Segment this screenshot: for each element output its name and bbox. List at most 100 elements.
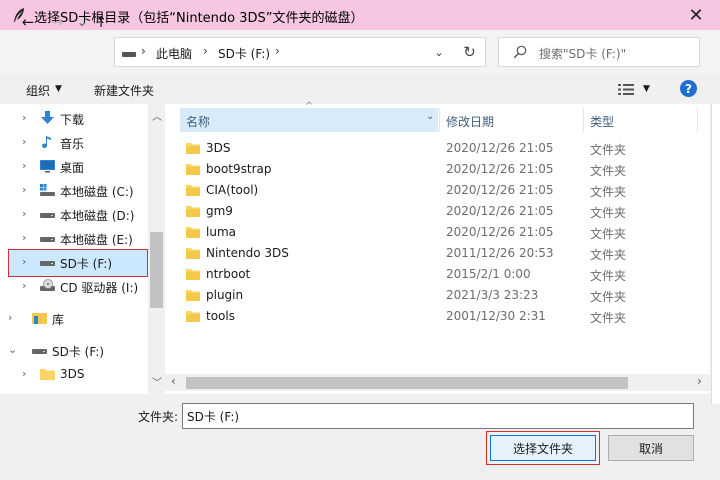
scroll-right-icon[interactable]: › (697, 374, 702, 388)
folder-field[interactable]: SD卡 (F:) (182, 403, 694, 429)
music-icon (42, 136, 51, 148)
up-button[interactable]: ↑ (91, 12, 111, 32)
navigation-scroll-thumb[interactable] (150, 232, 163, 308)
breadcrumb-sd-card[interactable]: SD卡 (F:) (218, 45, 270, 62)
scroll-left-icon[interactable]: ‹ (171, 374, 176, 388)
folder-icon (186, 290, 200, 301)
cancel-button[interactable]: 取消 (608, 435, 694, 461)
drive-icon (40, 213, 55, 218)
recent-locations-dropdown[interactable]: ⌄ (72, 12, 92, 32)
back-button[interactable]: ← (18, 12, 38, 32)
desktop-icon (40, 160, 55, 173)
file-type: 文件夹 (590, 248, 627, 262)
navigation-pane[interactable]: › 下载 › 音乐 › 桌面 › 本地磁盘 (C:) › 本地磁盘 (D:) ›… (0, 104, 148, 394)
sidebar-item-label: 本地磁盘 (D:) (60, 209, 135, 223)
new-folder-button[interactable]: 新建文件夹 (94, 82, 154, 99)
file-row[interactable]: boot9strap 2020/12/26 21:05 文件夹 (186, 160, 706, 181)
file-row[interactable]: ntrboot 2015/2/1 0:00 文件夹 (186, 265, 706, 286)
scroll-up-icon[interactable]: ︿ (152, 108, 162, 123)
column-header-type[interactable]: 类型 (590, 113, 614, 130)
sidebar-item-sd-card[interactable]: › SD卡 (F:) (0, 250, 148, 274)
close-button[interactable]: ✕ (684, 3, 708, 27)
folder-icon (186, 227, 200, 238)
chevron-right-icon[interactable]: › (22, 159, 26, 172)
horizontal-scroll-thumb[interactable] (186, 377, 628, 389)
chevron-right-icon[interactable]: › (22, 183, 26, 196)
column-divider[interactable] (583, 108, 584, 132)
sidebar-item-label: SD卡 (F:) (60, 257, 113, 271)
file-type: 文件夹 (590, 227, 627, 241)
forward-button[interactable]: → (47, 12, 67, 32)
file-date: 2020/12/26 21:05 (446, 204, 554, 218)
scroll-down-icon[interactable]: ﹀ (152, 374, 162, 389)
chevron-right-icon[interactable]: › (8, 311, 12, 324)
sidebar-item-libraries[interactable]: › 库 (0, 306, 134, 330)
chevron-right-icon[interactable]: › (22, 255, 26, 268)
file-type: 文件夹 (590, 143, 627, 157)
address-dropdown[interactable]: ⌄ (426, 37, 452, 67)
breadcrumb-separator[interactable]: › (141, 44, 146, 58)
sidebar-item-drive-d[interactable]: › 本地磁盘 (D:) (0, 202, 148, 226)
chevron-right-icon[interactable]: › (22, 367, 26, 380)
column-dropdown-icon[interactable]: ⌄ (426, 111, 434, 122)
sidebar-item-drive-c[interactable]: › 本地磁盘 (C:) (0, 178, 148, 202)
view-dropdown-icon[interactable]: ▼ (643, 84, 650, 94)
search-input[interactable]: 搜索"SD卡 (F:)" (498, 37, 700, 67)
select-folder-button[interactable]: 选择文件夹 (490, 435, 596, 461)
refresh-button[interactable]: ↻ (454, 37, 486, 67)
folder-icon (186, 206, 200, 217)
file-row[interactable]: CIA(tool) 2020/12/26 21:05 文件夹 (186, 181, 706, 202)
file-date: 2020/12/26 21:05 (446, 183, 554, 197)
column-header-date[interactable]: 修改日期 (446, 113, 494, 130)
file-name: 3DS (206, 141, 231, 155)
organize-dropdown-icon[interactable]: ▼ (55, 84, 62, 94)
chevron-right-icon[interactable]: › (22, 111, 26, 124)
chevron-right-icon[interactable]: › (22, 279, 26, 292)
file-date: 2020/12/26 21:05 (446, 141, 554, 155)
column-divider[interactable] (697, 108, 698, 132)
breadcrumb-separator[interactable]: › (275, 44, 280, 58)
breadcrumb-separator[interactable]: › (203, 44, 208, 58)
file-name: plugin (206, 288, 244, 302)
sidebar-item-drive-e[interactable]: › 本地磁盘 (E:) (0, 226, 148, 250)
chevron-down-icon[interactable]: ⌄ (8, 343, 17, 356)
chevron-right-icon[interactable]: › (22, 207, 26, 220)
file-type: 文件夹 (590, 311, 627, 325)
file-date: 2020/12/26 21:05 (446, 225, 554, 239)
breadcrumb-this-pc[interactable]: 此电脑 (156, 45, 192, 62)
column-divider[interactable] (439, 108, 440, 132)
sidebar-item-downloads[interactable]: › 下载 (0, 106, 148, 130)
folder-icon (186, 164, 200, 175)
sidebar-item-desktop[interactable]: › 桌面 (0, 154, 148, 178)
column-header-name-label[interactable]: 名称 (186, 113, 210, 130)
sidebar-item-music[interactable]: › 音乐 (0, 130, 148, 154)
background-window-edge (711, 104, 720, 404)
chevron-right-icon[interactable]: › (22, 231, 26, 244)
file-type: 文件夹 (590, 269, 627, 283)
organize-menu[interactable]: 组织 (26, 82, 50, 99)
file-row[interactable]: 3DS 2020/12/26 21:05 文件夹 (186, 139, 706, 160)
file-name: tools (206, 309, 235, 323)
file-name: luma (206, 225, 236, 239)
sidebar-item-3ds-folder[interactable]: › 3DS (0, 362, 148, 386)
file-row[interactable]: gm9 2020/12/26 21:05 文件夹 (186, 202, 706, 223)
file-date: 2021/3/3 23:23 (446, 288, 539, 302)
sidebar-item-cd-drive[interactable]: › CD 驱动器 (I:) (0, 274, 148, 298)
file-row[interactable]: Nintendo 3DS 2011/12/26 20:53 文件夹 (186, 244, 706, 265)
sidebar-item-sd-card-expanded[interactable]: ⌄ SD卡 (F:) (0, 338, 134, 362)
sidebar-item-label: 桌面 (60, 161, 85, 175)
file-row[interactable]: tools 2001/12/30 2:31 文件夹 (186, 307, 706, 328)
help-button[interactable]: ? (680, 80, 697, 97)
file-row[interactable]: plugin 2021/3/3 23:23 文件夹 (186, 286, 706, 307)
folder-icon (186, 143, 200, 154)
download-icon (41, 111, 54, 124)
file-date: 2011/12/26 20:53 (446, 246, 554, 260)
sidebar-item-label: 下载 (60, 113, 85, 127)
folder-field-label: 文件夹: (138, 410, 179, 424)
view-details-icon[interactable] (618, 84, 634, 95)
file-name: ntrboot (206, 267, 251, 281)
file-name: Nintendo 3DS (206, 246, 289, 260)
chevron-right-icon[interactable]: › (22, 135, 26, 148)
file-row[interactable]: luma 2020/12/26 21:05 文件夹 (186, 223, 706, 244)
sidebar-item-label: SD卡 (F:) (52, 345, 105, 359)
